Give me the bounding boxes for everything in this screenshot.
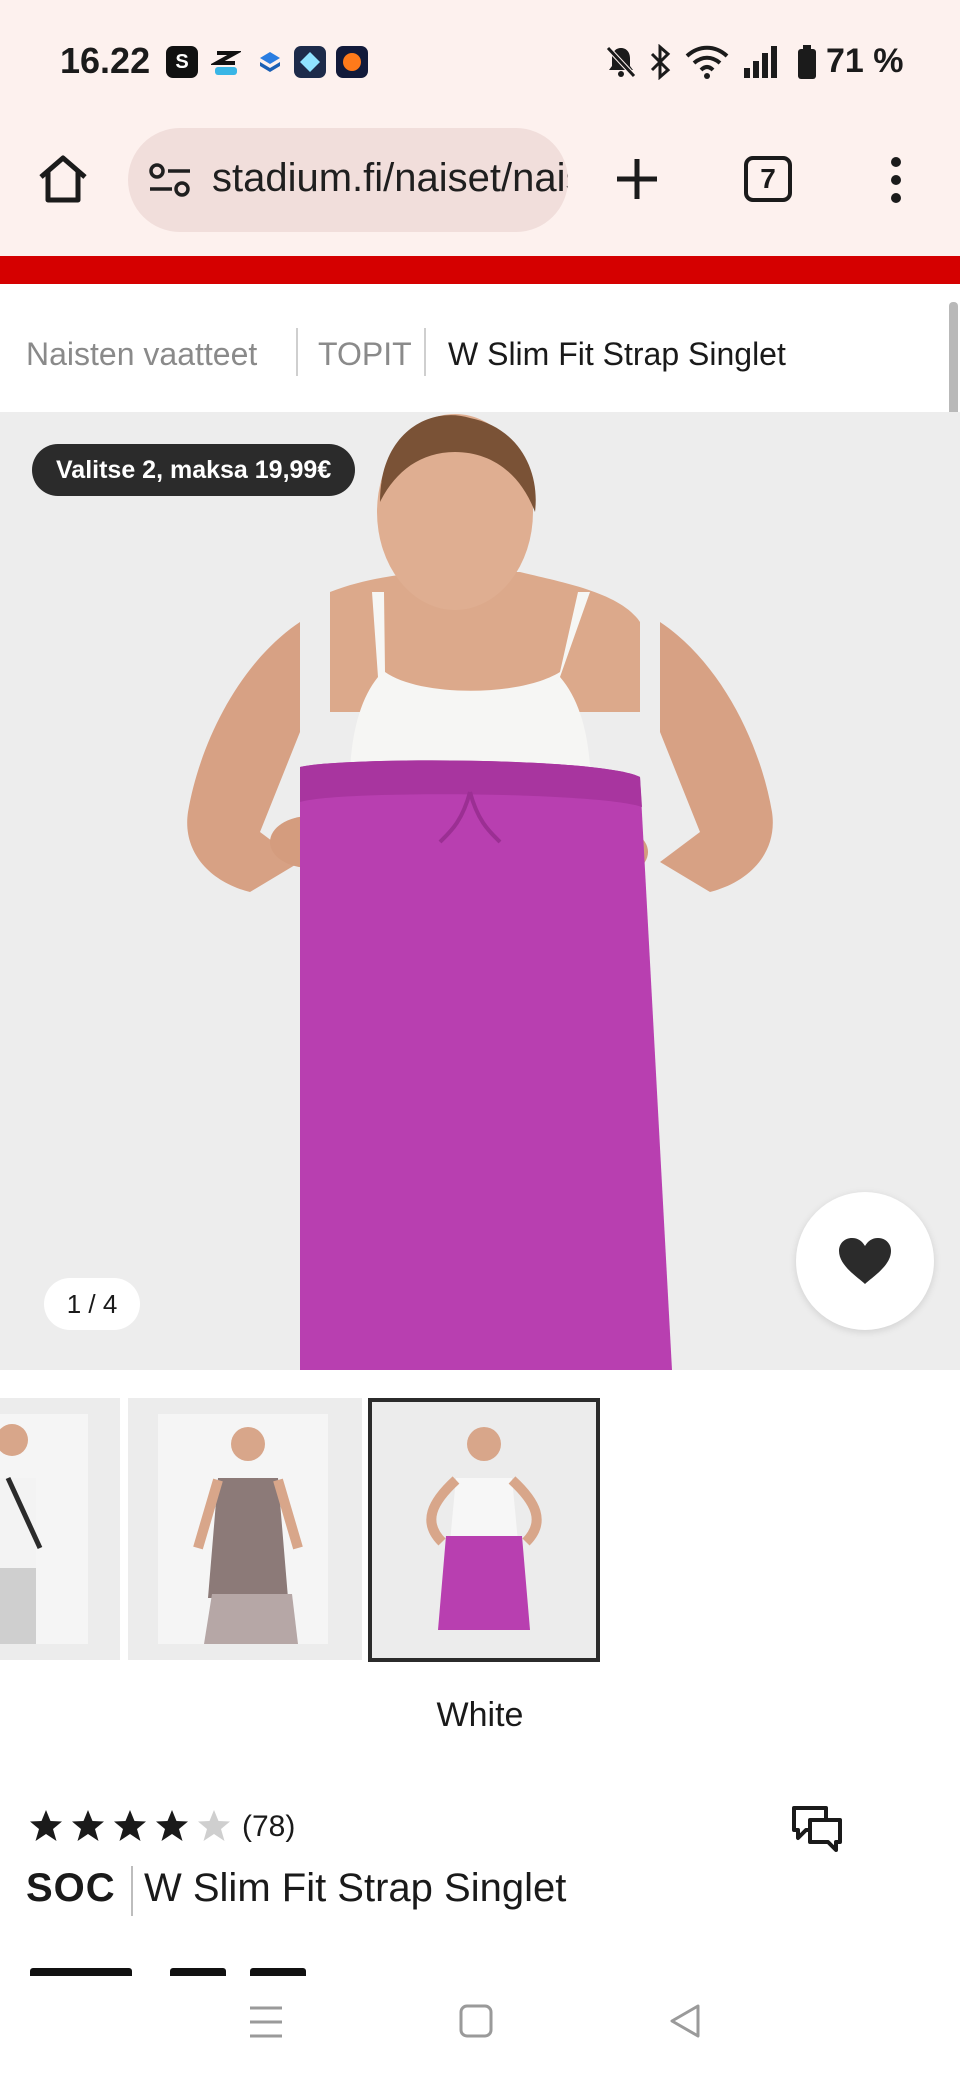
price-partial xyxy=(170,1968,226,1976)
battery-percent: 71 % xyxy=(826,42,904,80)
breadcrumb-item-naisten-vaatteet[interactable]: Naisten vaatteet xyxy=(26,336,257,373)
heart-icon xyxy=(839,1238,891,1284)
breadcrumb-item-topit[interactable]: TOPIT xyxy=(318,336,412,373)
url-bar[interactable]: stadium.fi/naiset/naiste xyxy=(128,128,568,232)
wifi-icon xyxy=(684,44,730,85)
battery-icon xyxy=(796,44,818,85)
favorite-button[interactable] xyxy=(796,1192,934,1330)
tab-switcher-button[interactable]: 7 xyxy=(744,156,792,202)
signal-icon xyxy=(742,44,780,85)
mute-icon xyxy=(604,44,638,85)
thumbnail-image[interactable] xyxy=(128,1398,362,1660)
breadcrumb-item-current: W Slim Fit Strap Singlet xyxy=(448,336,786,372)
s-icon: S xyxy=(166,46,198,78)
recents-icon[interactable] xyxy=(248,2002,284,2047)
site-settings-icon[interactable] xyxy=(148,162,192,203)
system-nav-bar xyxy=(0,1980,960,2092)
breadcrumb: Naisten vaatteet TOPIT W Slim Fit Strap … xyxy=(0,284,960,412)
chat-icon[interactable] xyxy=(790,1804,844,1861)
app-orange-icon xyxy=(336,46,368,78)
back-icon[interactable] xyxy=(668,2002,704,2047)
rating-stars xyxy=(28,1808,238,1851)
brand-separator xyxy=(131,1866,133,1916)
review-count[interactable]: (78) xyxy=(242,1810,295,1844)
app-diamond-icon xyxy=(294,46,326,78)
selected-color-label: White xyxy=(436,1696,524,1734)
capcut-icon xyxy=(210,46,242,78)
promo-badge: Valitse 2, maksa 19,99€ xyxy=(32,444,356,496)
price-partial xyxy=(250,1968,306,1976)
image-counter: 1 / 4 xyxy=(44,1278,140,1330)
overflow-menu-icon[interactable] xyxy=(888,156,904,209)
breadcrumb-separator xyxy=(296,328,298,376)
product-brand[interactable]: SOC xyxy=(26,1866,116,1911)
breadcrumb-separator xyxy=(424,328,426,376)
product-title: W Slim Fit Strap Singlet xyxy=(144,1866,567,1910)
site-header-strip xyxy=(0,256,960,284)
bluetooth-icon xyxy=(648,43,672,85)
price-partial xyxy=(30,1968,132,1976)
home-nav-icon[interactable] xyxy=(458,2002,494,2047)
thumbnail-image-selected[interactable] xyxy=(368,1398,600,1662)
status-time: 16.22 xyxy=(60,40,151,81)
thumbnail-image[interactable] xyxy=(0,1398,120,1660)
dropbox-icon xyxy=(254,46,286,78)
url-text: stadium.fi/naiset/naiste xyxy=(212,156,568,200)
new-tab-icon[interactable] xyxy=(612,154,662,209)
home-icon[interactable] xyxy=(36,152,90,211)
